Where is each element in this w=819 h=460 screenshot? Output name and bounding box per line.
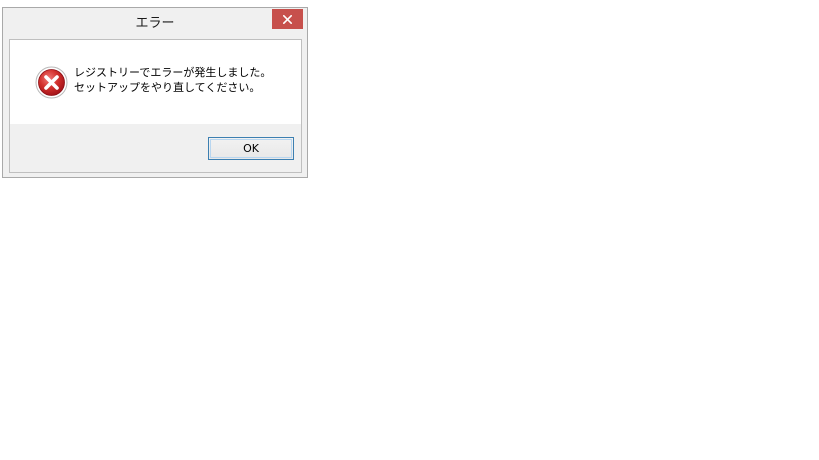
ok-button[interactable]: OK xyxy=(208,137,294,160)
error-message: レジストリーでエラーが発生しました。 セットアップをやり直してください。 xyxy=(74,65,296,95)
dialog-client-area: レジストリーでエラーが発生しました。 セットアップをやり直してください。 OK xyxy=(9,39,302,173)
message-area: レジストリーでエラーが発生しました。 セットアップをやり直してください。 xyxy=(10,40,301,124)
message-line: セットアップをやり直してください。 xyxy=(74,81,261,94)
title-bar[interactable]: エラー xyxy=(3,8,307,39)
error-icon xyxy=(35,66,68,99)
message-line: レジストリーでエラーが発生しました。 xyxy=(74,66,272,79)
close-button[interactable] xyxy=(272,9,303,29)
error-dialog: エラー レジストリーでエラーが発生しました。 セットアップをやり直してください。… xyxy=(2,7,308,178)
dialog-title: エラー xyxy=(135,16,175,31)
close-icon xyxy=(283,15,292,24)
desktop-background: エラー レジストリーでエラーが発生しました。 セットアップをやり直してください。… xyxy=(0,0,819,460)
